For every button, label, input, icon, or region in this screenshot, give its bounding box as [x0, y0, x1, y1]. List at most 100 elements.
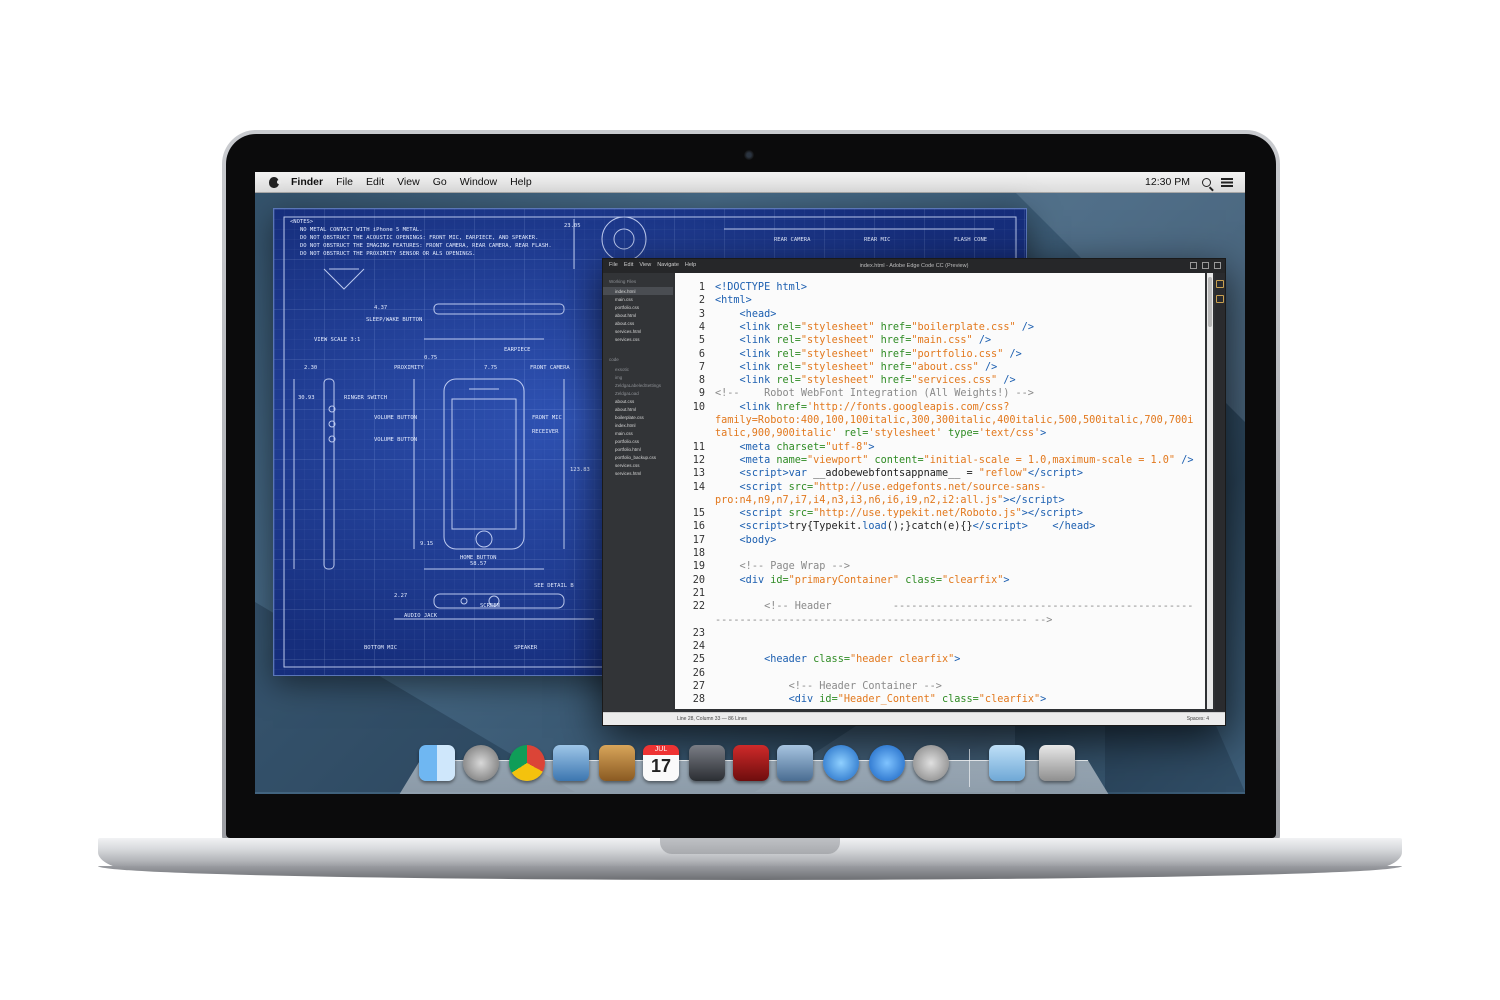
downloads-folder-icon[interactable] [989, 745, 1025, 781]
blueprint-note: DO NOT OBSTRUCT THE PROXIMITY SENSOR OR … [300, 251, 476, 257]
project-file-item[interactable]: img [603, 373, 673, 381]
close-icon[interactable] [1214, 262, 1221, 269]
editor-sidebar: Working Files index.html main.css portfoli… [603, 273, 673, 711]
project-file-item[interactable]: exsotic [603, 365, 673, 373]
notification-center-icon[interactable] [1221, 177, 1233, 187]
project-file-item[interactable]: portfolio_backup.css [603, 453, 673, 461]
mail-icon[interactable] [553, 745, 589, 781]
line-number: 28 [692, 694, 705, 706]
editor-window-title: index.html - Adobe Edge Code CC (Preview… [859, 263, 969, 269]
menu-go[interactable]: Go [433, 176, 447, 188]
contacts-icon[interactable] [599, 745, 635, 781]
blueprint-label: VOLUME BUTTON [374, 437, 417, 443]
blueprint-label: VIEW SCALE 3:1 [314, 337, 360, 343]
project-file-item[interactable]: services.html [603, 469, 673, 477]
line-text: <link rel="stylesheet" href="boilerplate… [739, 321, 1035, 333]
line-text: <link href='http://fonts.googleapis.com/… [739, 401, 1010, 413]
calendar-icon[interactable]: JUL 17 [643, 745, 679, 781]
working-file-item[interactable]: main.css [603, 295, 673, 303]
project-file-item[interactable]: about.html [603, 405, 673, 413]
blueprint-label: AUDIO JACK [404, 613, 438, 619]
blueprint-label: FLASH CONE [954, 237, 987, 243]
line-number: 24 [692, 641, 705, 653]
spotlight-search-icon[interactable] [1202, 177, 1211, 187]
menu-edit[interactable]: Edit [366, 176, 384, 188]
line-number: 10 [692, 401, 705, 413]
chrome-icon[interactable] [509, 745, 545, 781]
blueprint-dim: 123.83 [570, 467, 590, 473]
line-text: <script src="http://use.typekit.net/Robo… [739, 508, 1084, 520]
project-file-item[interactable]: ZeldgaLabeledSettings [603, 381, 673, 389]
project-file-item[interactable]: index.html [603, 421, 673, 429]
maximize-icon[interactable] [1202, 262, 1209, 269]
working-file-item[interactable]: about.html [603, 311, 673, 319]
trash-icon[interactable] [1039, 745, 1075, 781]
editor-title-bar[interactable]: File Edit View Navigate Help index.html … [603, 259, 1225, 273]
calendar-day: 17 [650, 756, 672, 776]
menu-clock[interactable]: 12:30 PM [1145, 176, 1190, 188]
working-file-item[interactable]: about.css [603, 319, 673, 327]
blueprint-dim: 0.75 [424, 355, 437, 361]
code-area[interactable]: 1 <!DOCTYPE html> 2 <html> 3 <head> 4 <link r… [675, 273, 1205, 709]
working-file-item[interactable]: portfolio.css [603, 303, 673, 311]
blueprint-dim: 4.37 [374, 305, 387, 311]
iphoto-icon[interactable] [777, 745, 813, 781]
menu-help[interactable]: Help [510, 176, 532, 188]
project-heading[interactable]: code [603, 351, 673, 365]
blueprint-dim: 7.75 [484, 365, 497, 371]
project-file-item[interactable]: boilerplate.css [603, 413, 673, 421]
blueprint-label: RINGER SWITCH [344, 395, 387, 401]
calendar-month: JUL [654, 746, 668, 753]
facetime-icon[interactable] [689, 745, 725, 781]
menu-view[interactable]: View [397, 176, 420, 188]
line-number: 21 [692, 587, 705, 599]
blueprint-label: SLEEP/WAKE BUTTON [366, 317, 422, 323]
apple-menu-icon[interactable] [269, 176, 281, 188]
menu-file[interactable]: File [336, 176, 353, 188]
project-file-item[interactable]: main.css [603, 429, 673, 437]
blueprint-note: NO METAL CONTACT WITH iPhone 5 METAL. [300, 227, 423, 233]
webcam [744, 150, 754, 160]
line-text: <!-- Page Wrap --> [739, 561, 850, 573]
blueprint-notes-title: <NOTES> [290, 219, 314, 225]
line-number: 6 [698, 348, 705, 360]
desktop-screen: Finder File Edit View Go Window Help 12:… [255, 172, 1245, 794]
system-preferences-icon[interactable] [913, 745, 949, 781]
line-text: <!-- Robot WebFont Integration (All Weig… [715, 388, 1034, 400]
project-file-item[interactable]: portfolio.css [603, 437, 673, 445]
launchpad-icon[interactable] [463, 745, 499, 781]
blueprint-label: FRONT CAMERA [530, 365, 570, 371]
line-text: <link rel="stylesheet" href="portfolio.c… [739, 348, 1022, 360]
menu-app-name[interactable]: Finder [291, 176, 323, 188]
lid-notch [660, 838, 840, 854]
project-file-item[interactable]: services.css [603, 461, 673, 469]
project-file-item[interactable]: portfolio.html [603, 445, 673, 453]
project-file-item[interactable]: ZeldgaLoad [603, 389, 673, 397]
code-scrollbar[interactable] [1207, 273, 1213, 709]
line-number: 17 [692, 534, 705, 546]
line-text: <meta name="viewport" content="initial-s… [739, 454, 1194, 466]
menu-window[interactable]: Window [460, 176, 497, 188]
line-number: 13 [692, 468, 705, 480]
line-text: family=Roboto:400,100,100italic,300,300i… [715, 415, 1194, 426]
project-file-item[interactable]: about.css [603, 397, 673, 405]
scrollbar-thumb[interactable] [1208, 277, 1212, 327]
photo-booth-icon[interactable] [733, 745, 769, 781]
minimize-icon[interactable] [1190, 262, 1197, 269]
line-number: 3 [698, 308, 705, 320]
indent-setting[interactable]: Spaces: 4 [1187, 716, 1209, 722]
live-preview-icon[interactable] [1216, 280, 1224, 288]
code-editor-window[interactable]: File Edit View Navigate Help index.html … [602, 258, 1226, 726]
blueprint-note: DO NOT OBSTRUCT THE ACOUSTIC OPENINGS: F… [300, 235, 538, 241]
working-file-item[interactable]: services.html [603, 327, 673, 335]
finder-icon[interactable] [419, 745, 455, 781]
line-number: 20 [692, 574, 705, 586]
app-store-icon[interactable] [869, 745, 905, 781]
extension-manager-icon[interactable] [1216, 295, 1224, 303]
working-file-item[interactable]: index.html [603, 287, 673, 295]
line-number: 15 [692, 508, 705, 520]
menu-bar: Finder File Edit View Go Window Help 12:… [255, 172, 1245, 193]
itunes-icon[interactable] [823, 745, 859, 781]
working-file-item[interactable]: services.css [603, 335, 673, 343]
line-number: 14 [692, 481, 705, 493]
